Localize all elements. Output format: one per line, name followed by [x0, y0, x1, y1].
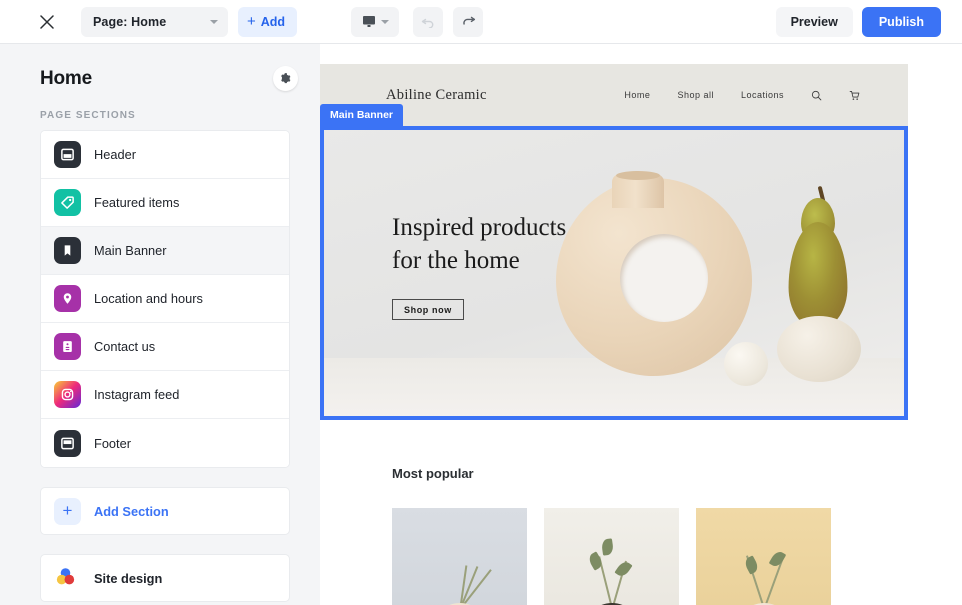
sidebar-header: Home: [0, 44, 320, 91]
banner-heading-line1: Inspired products: [392, 214, 567, 241]
site-frame: Abiline Ceramic Home Shop all Locations …: [320, 64, 908, 605]
sidebar-item-label: Location and hours: [94, 291, 203, 306]
sidebar-item-instagram-feed[interactable]: Instagram feed: [41, 371, 289, 419]
shop-now-button[interactable]: Shop now: [392, 299, 464, 320]
page-selector[interactable]: Page: Home: [81, 6, 228, 37]
sidebar-item-label: Contact us: [94, 339, 156, 354]
site-design-label: Site design: [94, 570, 163, 586]
publish-button[interactable]: Publish: [861, 6, 941, 37]
sidebar-item-label: Main Banner: [94, 243, 167, 258]
plus-icon: +: [247, 13, 256, 30]
most-popular-section: Most popular: [320, 420, 908, 605]
site-nav: Home Shop all Locations: [624, 90, 860, 101]
nav-link-shop-all[interactable]: Shop all: [677, 90, 714, 100]
selection-badge: Main Banner: [320, 104, 404, 126]
toolbar-right-group: Preview Publish: [775, 6, 962, 37]
sidebar-item-contact-us[interactable]: Contact us: [41, 323, 289, 371]
undo-button[interactable]: [413, 6, 444, 37]
add-section-label: Add Section: [94, 503, 169, 519]
plus-icon: +: [54, 497, 81, 525]
product-card-3[interactable]: [696, 508, 831, 605]
device-selector[interactable]: [351, 6, 400, 37]
toolbar-center-group: [351, 6, 484, 37]
most-popular-title: Most popular: [392, 466, 474, 481]
sidebar-item-featured-items[interactable]: Featured items: [41, 179, 289, 227]
product-card-1[interactable]: [392, 508, 527, 605]
banner-copy: Inspired products for the home Shop now: [392, 212, 566, 320]
site-preview-canvas: Abiline Ceramic Home Shop all Locations …: [320, 44, 962, 605]
nav-link-locations[interactable]: Locations: [741, 90, 784, 100]
banner-heading-line2: for the home: [392, 246, 520, 274]
sidebar-item-header[interactable]: Header: [41, 131, 289, 179]
banner-content: Inspired products for the home Shop now: [320, 126, 908, 420]
add-section-button[interactable]: + Add Section: [40, 487, 290, 535]
nav-link-home[interactable]: Home: [624, 90, 650, 100]
sidebar-item-label: Featured items: [94, 195, 180, 210]
site-design-button[interactable]: Site design: [40, 554, 290, 602]
site-header: Abiline Ceramic Home Shop all Locations: [320, 64, 908, 126]
add-button-label: Add: [260, 14, 286, 29]
large-stone-illustration: [777, 316, 861, 382]
page-sections-list: Header Featured items Main Banner Locati…: [40, 130, 290, 468]
page-title: Home: [40, 67, 92, 89]
small-stone-illustration: [724, 342, 768, 386]
tag-icon: [54, 189, 81, 216]
sidebar-item-label: Header: [94, 147, 136, 162]
pear-illustration: [788, 222, 848, 328]
gear-icon[interactable]: [273, 66, 298, 91]
search-icon[interactable]: [811, 90, 822, 101]
redo-button[interactable]: [453, 6, 484, 37]
header-layout-icon: [54, 141, 81, 168]
page-sections-label: PAGE SECTIONS: [40, 110, 136, 121]
chevron-down-icon: [210, 19, 218, 24]
toolbar-left-group: Page: Home + Add: [0, 6, 298, 37]
bookmark-icon: [54, 237, 81, 264]
top-toolbar: Page: Home + Add Preview Publish: [0, 0, 962, 44]
sidebar-item-label: Instagram feed: [94, 387, 180, 402]
most-popular-grid: [392, 508, 908, 605]
preview-button[interactable]: Preview: [775, 6, 853, 37]
sidebar-item-footer[interactable]: Footer: [41, 419, 289, 467]
color-circles-icon: [54, 565, 81, 592]
contact-card-icon: [54, 333, 81, 360]
vase-hole: [620, 234, 708, 322]
sidebar-item-label: Footer: [94, 435, 131, 451]
map-pin-icon: [54, 285, 81, 312]
sidebar-item-location-and-hours[interactable]: Location and hours: [41, 275, 289, 323]
footer-layout-icon: [54, 429, 81, 457]
vase-neck: [612, 171, 664, 208]
instagram-icon: [54, 381, 81, 408]
product-card-2[interactable]: [544, 508, 679, 605]
page-selector-label: Page: Home: [93, 14, 167, 29]
sidebar: Home PAGE SECTIONS Header Featured items…: [0, 44, 320, 605]
main-banner-section[interactable]: Main Banner Inspired products for the ho…: [320, 104, 908, 420]
close-icon[interactable]: [32, 7, 62, 37]
desktop-icon: [362, 16, 375, 27]
site-brand: Abiline Ceramic: [386, 86, 487, 103]
sidebar-item-main-banner[interactable]: Main Banner: [41, 227, 289, 275]
add-button[interactable]: + Add: [238, 6, 298, 37]
chevron-down-icon: [380, 19, 389, 24]
cart-icon[interactable]: [849, 90, 860, 101]
